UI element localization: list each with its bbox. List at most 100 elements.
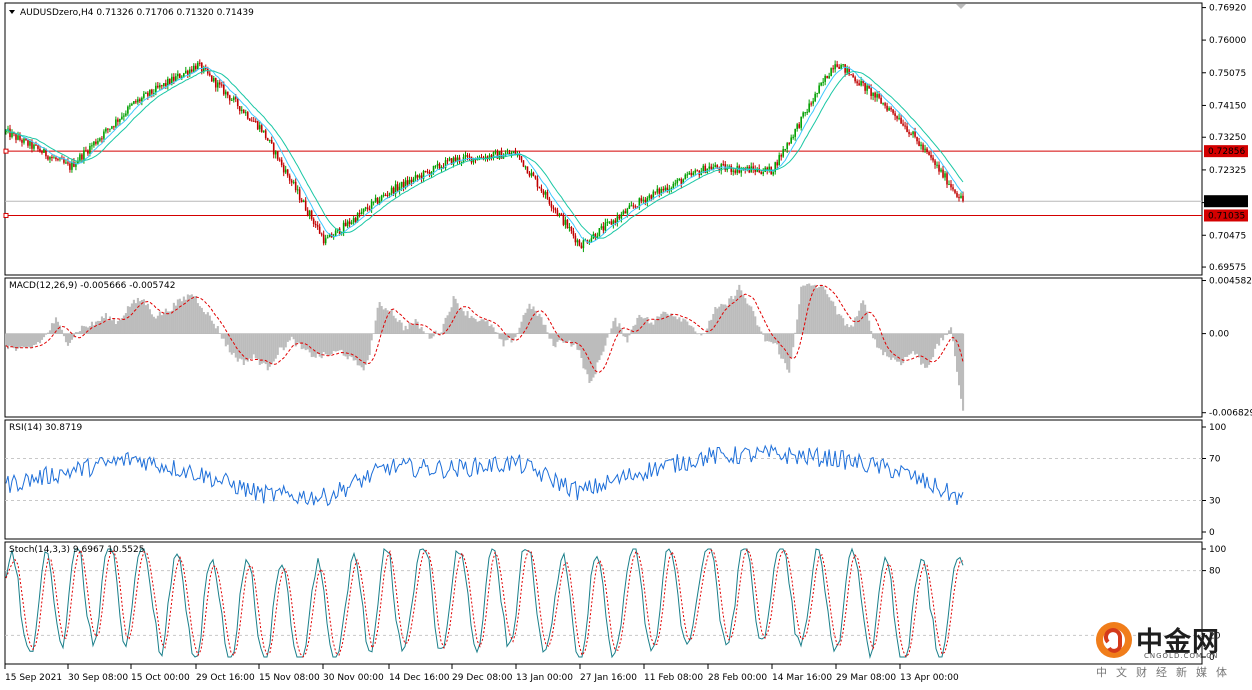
candle-body xyxy=(35,144,37,146)
macd-bar xyxy=(400,322,403,334)
candle-body xyxy=(198,62,201,64)
macd-bar xyxy=(684,319,687,334)
candle-body xyxy=(354,218,357,222)
macd-bar xyxy=(930,333,933,360)
macd-bar xyxy=(852,326,855,334)
macd-bar xyxy=(794,332,797,334)
candle-body xyxy=(362,208,365,212)
macd-bar xyxy=(80,325,84,334)
macd-bar xyxy=(922,333,925,364)
macd-bar xyxy=(612,321,615,334)
candle-body xyxy=(282,164,285,173)
candle-body xyxy=(57,159,59,161)
candle-body xyxy=(460,161,463,163)
macd-bar xyxy=(172,302,175,334)
price-tag-label: 0.71439 xyxy=(1208,197,1245,207)
macd-bar xyxy=(594,333,597,375)
trading-chart[interactable]: 0.76920 0.76000 0.75075 0.74150 0.73250 0.723… xyxy=(0,0,1252,690)
macd-bar xyxy=(868,320,871,334)
macd-bar xyxy=(370,333,373,341)
macd-bar xyxy=(234,333,237,358)
macd-bar xyxy=(762,333,765,335)
candles-group xyxy=(5,59,964,253)
macd-bar xyxy=(262,333,265,363)
candle-body xyxy=(147,92,149,96)
macd-bar xyxy=(602,333,605,352)
candle-body xyxy=(576,240,579,243)
candle-body xyxy=(27,140,29,146)
macd-bar xyxy=(546,332,549,334)
candle-body xyxy=(936,164,938,166)
candle-body xyxy=(856,81,858,84)
macd-bar xyxy=(418,328,421,334)
macd-bar xyxy=(66,333,70,346)
macd-axis-label: 0.004582 xyxy=(1209,277,1252,287)
macd-bar xyxy=(628,333,631,336)
time-axis-label: 15 Oct 00:00 xyxy=(131,673,190,683)
macd-bar xyxy=(956,333,959,372)
candle-body xyxy=(932,157,934,161)
macd-bar xyxy=(736,289,739,334)
macd-bar xyxy=(824,289,827,334)
candle-body xyxy=(370,201,373,210)
candle-body xyxy=(822,81,824,83)
macd-bar xyxy=(568,333,571,341)
stoch-title: Stoch(14,3,3) 9.6967 10.5525 xyxy=(9,545,144,555)
macd-bar xyxy=(242,333,245,366)
candle-body xyxy=(890,108,892,110)
macd-bar xyxy=(848,327,851,334)
macd-bar xyxy=(804,285,807,334)
candle-body xyxy=(914,131,916,137)
macd-bar xyxy=(748,305,751,334)
macd-bar xyxy=(428,333,431,339)
macd-bar xyxy=(162,312,165,334)
candle-body xyxy=(149,89,151,96)
macd-bar xyxy=(946,333,949,336)
candle-body xyxy=(816,92,818,94)
macd-bar xyxy=(32,333,36,346)
macd-bar xyxy=(948,330,951,334)
price-axis-label: 0.73250 xyxy=(1209,133,1246,143)
candle-body xyxy=(127,106,129,114)
macd-bar xyxy=(926,333,929,368)
candle-body xyxy=(566,219,569,229)
macd-bar xyxy=(164,308,167,334)
macd-bar xyxy=(268,333,271,367)
macd-bar xyxy=(814,284,817,334)
candle-body xyxy=(820,82,822,86)
macd-bar xyxy=(664,312,667,334)
price-axis-label: 0.75075 xyxy=(1209,69,1246,79)
macd-bar xyxy=(16,333,20,349)
macd-bar xyxy=(444,317,447,334)
macd-bar xyxy=(220,333,223,339)
macd-bar xyxy=(652,324,655,334)
macd-bar xyxy=(718,306,721,334)
macd-bar xyxy=(890,333,893,360)
macd-bar xyxy=(306,333,309,350)
macd-bar xyxy=(216,326,219,334)
candle-body xyxy=(69,163,71,170)
candle-body xyxy=(648,195,651,198)
macd-bar xyxy=(190,294,193,334)
macd-bar xyxy=(376,307,379,334)
candle-body xyxy=(694,170,697,173)
candle-body xyxy=(830,68,832,77)
candle-body xyxy=(608,221,611,223)
macd-bar xyxy=(882,333,885,356)
candle-body xyxy=(532,172,535,177)
macd-bar xyxy=(514,333,517,338)
candle-body xyxy=(250,120,253,122)
macd-bar xyxy=(494,331,497,334)
macd-bar xyxy=(188,295,191,334)
macd-bar xyxy=(484,321,487,334)
candle-body xyxy=(558,213,561,215)
candle-body xyxy=(372,201,375,203)
macd-bar xyxy=(524,312,527,334)
macd-bar xyxy=(574,333,577,344)
macd-bar xyxy=(282,333,285,351)
candle-body xyxy=(426,171,429,173)
macd-bar xyxy=(128,306,131,334)
macd-bar xyxy=(366,333,369,361)
price-axis-label: 0.69575 xyxy=(1209,263,1246,273)
macd-bar xyxy=(122,315,125,334)
